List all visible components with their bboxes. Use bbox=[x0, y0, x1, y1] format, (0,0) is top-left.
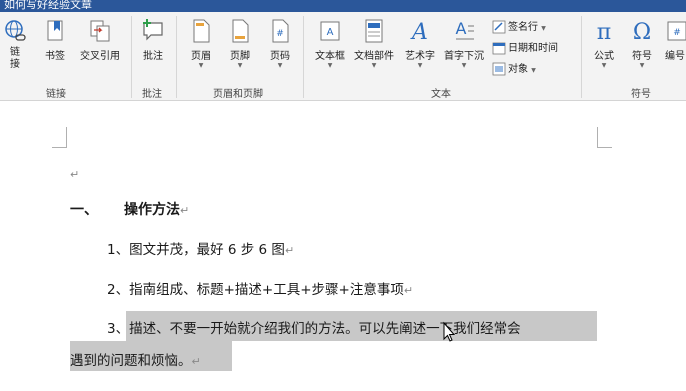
link-label: 链 接 bbox=[10, 47, 20, 70]
object-label: 对象 bbox=[508, 64, 528, 75]
empty-paragraph-mark: ↵ bbox=[70, 168, 80, 181]
object-icon bbox=[492, 62, 506, 76]
dropcap-button[interactable]: A 首字下沉 ▼ bbox=[440, 18, 488, 70]
crossref-label: 交叉引用 bbox=[80, 51, 120, 62]
wordart-dropdown-icon: ▼ bbox=[417, 62, 423, 69]
window-title: 如何写好经验文章 bbox=[4, 0, 92, 11]
docparts-label: 文档部件 bbox=[354, 51, 394, 62]
text-box-icon: A bbox=[320, 21, 340, 41]
comment-label: 批注 bbox=[143, 51, 163, 62]
svg-text:A: A bbox=[410, 20, 428, 44]
link-button[interactable]: 链 接 bbox=[2, 18, 28, 71]
list-item-3[interactable]: 3、描述、不要一开始就介绍我们的方法。可以先阐述一下我们经常会 bbox=[107, 317, 521, 337]
heading-text: 操作方法 bbox=[124, 202, 180, 218]
group-separator bbox=[303, 16, 304, 98]
globe-link-icon bbox=[5, 20, 26, 41]
bookmark-button[interactable]: 书签 bbox=[40, 18, 70, 62]
equation-dropdown-icon: ▼ bbox=[601, 62, 607, 69]
document-page[interactable]: ↵ 一、 操作方法↵ 1、图文并茂，最好 6 步 6 图↵ 2、指南组成、标题+描… bbox=[0, 101, 686, 391]
list-item-1[interactable]: 1、图文并茂，最好 6 步 6 图↵ bbox=[107, 238, 294, 258]
object-dropdown-icon: ▼ bbox=[531, 67, 536, 74]
signature-dropdown-icon: ▼ bbox=[541, 25, 546, 32]
object-button[interactable]: 对象 ▼ bbox=[492, 60, 536, 76]
new-comment-icon bbox=[143, 19, 163, 41]
heading-number: 一、 bbox=[70, 202, 98, 218]
datetime-button[interactable]: 日期和时间 bbox=[492, 39, 558, 55]
numbering-button[interactable]: # 编号 bbox=[664, 18, 686, 62]
list-item-2[interactable]: 2、指南组成、标题+描述+工具+步骤+注意事项↵ bbox=[107, 278, 413, 298]
signature-line-button[interactable]: 签名行 ▼ bbox=[492, 18, 546, 34]
textbox-dropdown-icon: ▼ bbox=[327, 62, 333, 69]
wordart-button[interactable]: A 艺术字 ▼ bbox=[401, 18, 439, 70]
symbol-button[interactable]: Ω 符号 ▼ bbox=[626, 18, 658, 70]
wordart-icon: A bbox=[410, 20, 428, 44]
crossref-button[interactable]: 交叉引用 bbox=[76, 18, 124, 62]
group-separator bbox=[131, 16, 132, 98]
dropcap-label: 首字下沉 bbox=[444, 51, 484, 62]
datetime-label: 日期和时间 bbox=[508, 43, 558, 54]
title-bar: 如何写好经验文章 bbox=[0, 0, 686, 12]
omega-symbol-icon: Ω bbox=[633, 20, 651, 44]
symbols-group-label: 符号 bbox=[631, 89, 651, 100]
header-label: 页眉 bbox=[191, 51, 211, 62]
page-number-label: 页码 bbox=[270, 51, 290, 62]
pi-equation-icon: π bbox=[597, 20, 611, 44]
equation-label: 公式 bbox=[594, 51, 614, 62]
svg-text:A: A bbox=[456, 19, 467, 38]
bookmark-icon bbox=[47, 20, 63, 41]
numbering-icon: # bbox=[667, 21, 686, 41]
textbox-button[interactable]: A 文本框 ▼ bbox=[311, 18, 349, 70]
wordart-label: 艺术字 bbox=[405, 51, 435, 62]
top-right-corner-mark bbox=[597, 127, 612, 148]
page-number-button[interactable]: # 页码 ▼ bbox=[265, 18, 295, 70]
footer-button[interactable]: 页脚 ▼ bbox=[225, 18, 255, 70]
svg-text:A: A bbox=[327, 27, 334, 38]
footer-icon bbox=[232, 19, 249, 43]
cross-reference-icon bbox=[90, 20, 110, 42]
group-separator bbox=[176, 16, 177, 98]
group-separator bbox=[581, 16, 582, 98]
svg-text:π: π bbox=[597, 20, 611, 44]
header-icon bbox=[193, 19, 210, 43]
svg-text:Ω: Ω bbox=[633, 20, 651, 44]
svg-text:#: # bbox=[276, 29, 284, 39]
drop-cap-icon: A bbox=[456, 19, 474, 40]
link-group-label: 链接 bbox=[46, 89, 66, 100]
comment-button[interactable]: 批注 bbox=[138, 18, 168, 62]
number-label: 编号 bbox=[665, 51, 685, 62]
calendar-icon bbox=[492, 42, 506, 55]
dropcap-dropdown-icon: ▼ bbox=[461, 62, 467, 69]
list-item-3-continuation[interactable]: 遇到的问题和烦恼。↵ bbox=[70, 349, 201, 369]
header-footer-group-label: 页眉和页脚 bbox=[213, 89, 263, 100]
header-button[interactable]: 页眉 ▼ bbox=[186, 18, 216, 70]
textbox-label: 文本框 bbox=[315, 51, 345, 62]
symbol-label: 符号 bbox=[632, 51, 652, 62]
comment-group-label: 批注 bbox=[142, 89, 162, 100]
bookmark-label: 书签 bbox=[45, 51, 65, 62]
heading[interactable]: 一、 操作方法↵ bbox=[70, 199, 189, 219]
mouse-pointer-icon bbox=[443, 321, 455, 342]
signature-pen-icon bbox=[492, 20, 506, 34]
symbol-dropdown-icon: ▼ bbox=[639, 62, 645, 69]
docparts-button[interactable]: 文档部件 ▼ bbox=[350, 18, 398, 70]
footer-label: 页脚 bbox=[230, 51, 250, 62]
insert-ribbon: 链 接 书签 交叉引用 链接 批注 批注 页眉 ▼ 页脚 ▼ # 页码 ▼ 页眉… bbox=[0, 12, 686, 101]
text-group-label: 文本 bbox=[431, 89, 451, 100]
header-dropdown-icon: ▼ bbox=[198, 62, 204, 69]
docparts-dropdown-icon: ▼ bbox=[371, 62, 377, 69]
page-number-dropdown-icon: ▼ bbox=[277, 62, 283, 69]
equation-button[interactable]: π 公式 ▼ bbox=[588, 18, 620, 70]
signature-line-label: 签名行 bbox=[508, 22, 538, 33]
top-left-corner-mark bbox=[52, 127, 67, 148]
svg-text:#: # bbox=[673, 28, 681, 38]
page-number-icon: # bbox=[272, 19, 289, 43]
document-parts-icon bbox=[365, 19, 383, 43]
footer-dropdown-icon: ▼ bbox=[237, 62, 243, 69]
